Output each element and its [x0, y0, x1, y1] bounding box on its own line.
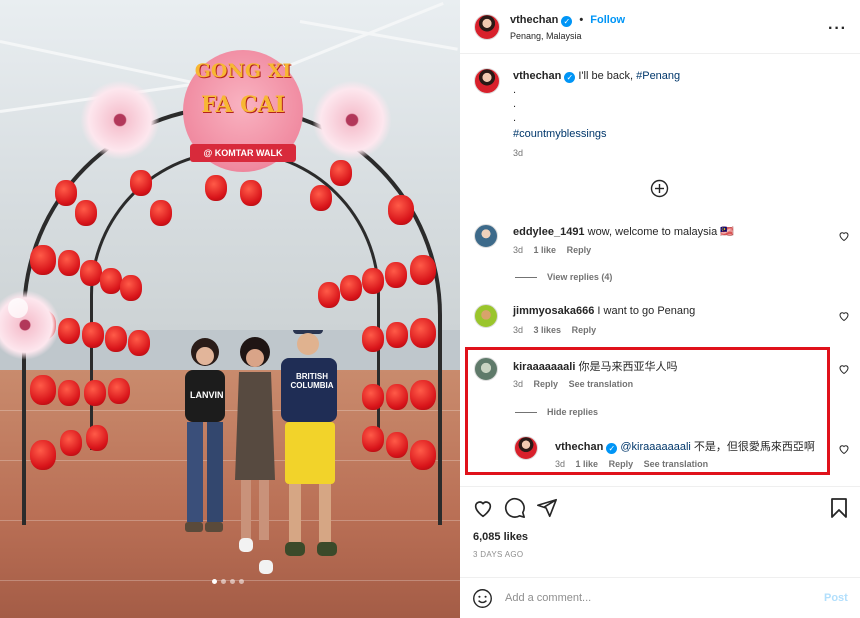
save-icon[interactable]	[829, 497, 849, 519]
comment-likes[interactable]: 3 likes	[534, 325, 562, 335]
separator-dot: •	[579, 14, 584, 26]
carousel-dot	[230, 579, 235, 584]
divider	[460, 486, 860, 487]
commenter-avatar[interactable]	[474, 224, 498, 248]
reply-button[interactable]: Reply	[567, 245, 592, 255]
sign-line-2: FA CAI	[201, 92, 285, 118]
like-comment-icon[interactable]	[838, 363, 850, 375]
comment-body: wow, welcome to malaysia 🇲🇾	[587, 226, 734, 238]
post-panel: vthechan ✓ • Follow Penang, Malaysia ··· …	[460, 0, 860, 618]
carousel-dots	[212, 579, 244, 584]
comment-time: 3d	[513, 245, 524, 255]
caption-dot: .	[513, 98, 517, 110]
comment-username[interactable]: jimmyosaka666	[513, 305, 594, 317]
comment-composer: Add a comment... Post	[460, 577, 860, 618]
caption-body: I'll be back,	[578, 70, 637, 82]
like-count[interactable]: 6,085 likes	[473, 531, 528, 543]
comment-meta: 3d 3 likes Reply	[513, 325, 596, 335]
add-comment-input[interactable]: Add a comment...	[505, 592, 591, 604]
comment-likes[interactable]: 1 like	[534, 245, 557, 255]
carousel-dot	[212, 579, 217, 584]
sign-line-1: GONG XI	[194, 60, 292, 82]
more-options-icon[interactable]: ···	[828, 20, 847, 38]
post-date: 3 DAYS AGO	[473, 550, 524, 559]
load-more-comments-icon[interactable]	[650, 179, 669, 198]
caption-text: vthechan ✓ I'll be back, #Penang	[513, 70, 680, 83]
share-icon[interactable]	[536, 497, 558, 519]
comment-body: I want to go Penang	[597, 305, 696, 317]
author-username[interactable]: vthechan	[510, 14, 558, 26]
follow-button[interactable]: Follow	[590, 14, 625, 26]
reply-button[interactable]: Reply	[572, 325, 597, 335]
people-in-photo	[185, 330, 337, 574]
verified-icon: ✓	[561, 16, 573, 27]
verified-icon: ✓	[564, 72, 576, 83]
commenter-avatar[interactable]	[474, 304, 498, 328]
author-line: vthechan ✓ • Follow	[510, 14, 625, 27]
comment-text: eddylee_1491 wow, welcome to malaysia 🇲🇾	[513, 225, 734, 238]
highlight-box	[465, 347, 830, 475]
comment-icon[interactable]	[504, 497, 526, 519]
hashtag-link[interactable]: #Penang	[636, 70, 680, 82]
comment-username[interactable]: eddylee_1491	[513, 226, 585, 238]
comment-time: 3d	[513, 325, 524, 335]
view-replies-label: View replies (4)	[547, 272, 613, 282]
carousel-dot	[239, 579, 244, 584]
carousel-dot	[221, 579, 226, 584]
emoji-icon[interactable]	[472, 588, 493, 609]
previous-image-button[interactable]	[8, 298, 28, 318]
post-header: vthechan ✓ • Follow Penang, Malaysia ···	[460, 0, 860, 54]
post-photo[interactable]: GONG XI FA CAI @ KOMTAR WALK LANVIN BRIT…	[0, 0, 460, 618]
like-comment-icon[interactable]	[838, 230, 850, 242]
post-location[interactable]: Penang, Malaysia	[510, 31, 582, 41]
caption-dot: .	[513, 84, 517, 96]
blossom-decoration	[80, 80, 160, 160]
view-replies-button[interactable]: View replies (4)	[515, 272, 612, 282]
divider-line	[515, 277, 537, 279]
sign-banner: @ KOMTAR WALK	[190, 144, 296, 162]
like-post-icon[interactable]	[472, 497, 494, 519]
hashtag-link[interactable]: #countmyblessings	[513, 128, 607, 140]
like-comment-icon[interactable]	[838, 443, 850, 455]
comment-text: jimmyosaka666 I want to go Penang	[513, 305, 695, 317]
comment-meta: 3d 1 like Reply	[513, 245, 591, 255]
caption-username[interactable]: vthechan	[513, 70, 561, 82]
author-avatar[interactable]	[474, 14, 500, 40]
like-comment-icon[interactable]	[838, 310, 850, 322]
post-comment-button[interactable]: Post	[824, 592, 848, 604]
blossom-decoration	[312, 80, 392, 160]
caption-dot: .	[513, 112, 517, 124]
caption-avatar[interactable]	[474, 68, 500, 94]
caption-time: 3d	[513, 148, 524, 158]
shirt-text: BRITISH COLUMBIA	[290, 372, 334, 390]
shirt-text: LANVIN	[190, 390, 224, 400]
